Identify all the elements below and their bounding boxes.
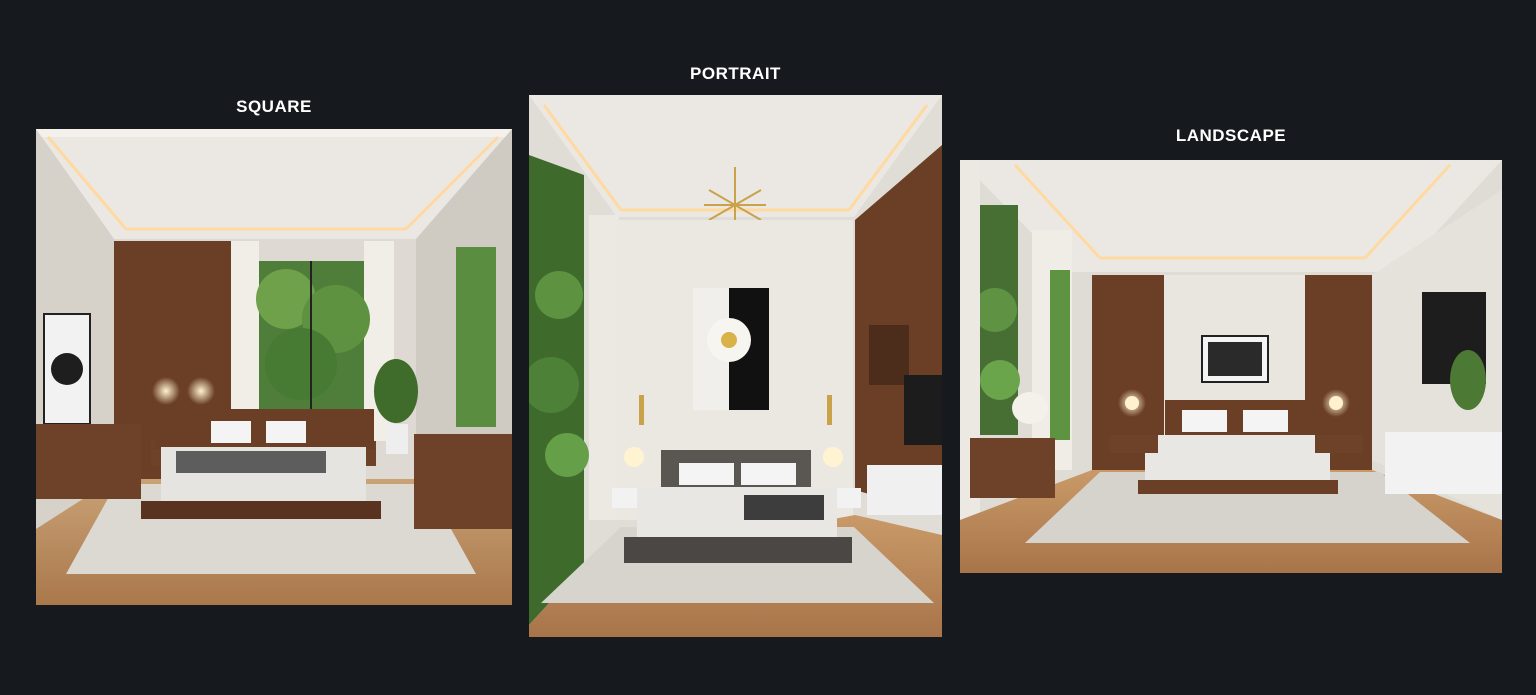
portrait-bedroom-image: [529, 95, 942, 637]
square-label: SQUARE: [236, 97, 312, 116]
portrait-label: PORTRAIT: [690, 64, 781, 83]
landscape-label: LANDSCAPE: [1175, 126, 1287, 145]
landscape-bedroom-image: [960, 160, 1502, 573]
portrait-bedroom-illustration: [529, 95, 942, 637]
square-bedroom-illustration: [36, 129, 512, 605]
square-bedroom-image: [36, 129, 512, 605]
canvas: SQUARE PORTRAIT LANDSCAPE: [0, 0, 1536, 695]
landscape-bedroom-illustration: [960, 160, 1502, 573]
